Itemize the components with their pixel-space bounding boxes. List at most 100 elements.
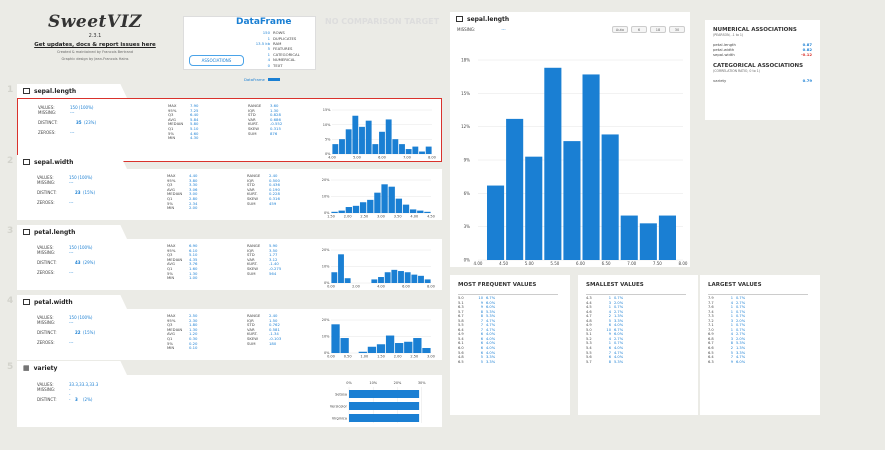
distinct-row: DISTINCT: 3 (2%) (37, 397, 92, 402)
histogram-bar (385, 119, 392, 154)
dataframe-stat-value: 13.5 kb (255, 40, 270, 46)
x-tick-label: 0% (346, 381, 352, 385)
histogram-bar (418, 275, 424, 283)
feature-card-sepal-length[interactable]: VALUES: 150 (100%) MISSING: --- DISTINCT: 35(… (17, 98, 442, 162)
y-tick-label: 20% (322, 248, 330, 252)
feature-number: 2 (7, 156, 14, 166)
detail-missing-value: --- (501, 27, 506, 32)
feature-card-petal-width[interactable]: VALUES: 150 (100%) MISSING: --- DISTINCT: 22(… (17, 309, 442, 360)
stat-label: MIN (167, 345, 175, 351)
stat-value: 2.00 (189, 205, 198, 211)
x-tick-label: 2.00 (344, 215, 352, 219)
missing-row: MISSING: --- (37, 320, 73, 325)
histogram-bar (392, 139, 399, 154)
feature-tab-sepal-length[interactable]: sepal.length (17, 84, 127, 98)
mini-histogram: 15%10%5%0%4.00 5.00 6.00 7.00 8.00 (323, 108, 436, 160)
update-link[interactable]: Get updates, docs & report issues here (30, 42, 160, 48)
histogram-bar (331, 272, 338, 283)
stats-column-2: RANGE 5.90 IQR 3.50 STD 1.77 VAR 3.12 KURT. -1.40… (247, 243, 289, 276)
x-tick-label: 4.00 (377, 285, 385, 289)
histogram-bar (395, 343, 404, 353)
stats-column-1: MAX 6.90 95% 6.10 Q3 5.10 MEDIAN 4.35 AVG 3.76 Q1 1… (167, 243, 209, 281)
detail-missing-label: MISSING: (457, 27, 476, 32)
stat-value: 180 (269, 340, 277, 346)
histogram-bar (344, 278, 351, 283)
association-row: sepal.width -0.12 (713, 52, 812, 57)
smallest-values-list: 4.3 1 0.7% 4.4 3 2.0% 4.5 1 0.7% 4.6 4 2.7% 4.7 2 1.3%… (586, 294, 686, 364)
associations-button[interactable]: ASSOCIATIONS (189, 55, 244, 66)
distinct-label: DISTINCT: (37, 260, 57, 265)
feature-card-variety[interactable]: VALUES: 33.3,33.3,33.3 MISSING: --- DIST… (17, 375, 442, 427)
zeroes-label: ZEROES: (37, 340, 55, 345)
feature-tab-variety[interactable]: ▦ variety (17, 361, 127, 375)
x-tick-label: 2.00 (352, 285, 360, 289)
missing-value: --- (69, 320, 74, 325)
distinct-pct: (29%) (83, 260, 96, 265)
missing-label: MISSING: (37, 387, 56, 392)
feature-tab-petal-width[interactable]: petal.width (17, 295, 127, 309)
association-feature: sepal.width (713, 52, 735, 57)
x-tick-label: 1.00 (360, 355, 368, 359)
x-tick-label: 5.00 (525, 261, 534, 266)
bin-button-6[interactable]: 6 (631, 26, 647, 33)
feature-card-sepal-width[interactable]: VALUES: 150 (100%) MISSING: --- DISTINCT: 23(… (17, 169, 442, 220)
stat-label: MIN (168, 135, 176, 141)
largest-values-list: 7.9 1 0.7% 7.7 4 2.7% 7.6 1 0.7% 7.4 1 0.7% 7.3 1 0.7%… (708, 294, 808, 364)
distinct-pct: (15%) (83, 190, 96, 195)
x-tick-label: 8.00 (427, 285, 435, 289)
feature-name: petal.width (34, 298, 73, 306)
legend-swatch (267, 78, 280, 81)
stat-label: SUM (247, 270, 256, 276)
stat-row: MIN 4.30 (168, 136, 210, 141)
credit-line-1: Created & maintained by Francois Bertran… (56, 50, 134, 54)
mini-histogram: 20%10%0%0.00 2.00 4.00 6.00 8.00 (322, 248, 435, 289)
missing-row: MISSING: --- (37, 250, 73, 255)
histogram-bar (332, 144, 339, 154)
x-tick-label: 5.50 (550, 261, 559, 266)
histogram-icon (23, 229, 30, 235)
most-frequent-card: MOST FREQUENT VALUES 5.0 10 6.7% 5.1 9 6.0% 6.… (450, 275, 570, 415)
histogram-bar (359, 126, 365, 154)
detail-feature-name: sepal.length (467, 15, 510, 23)
missing-label: MISSING: (38, 110, 57, 115)
bin-button-18[interactable]: 18 (650, 26, 666, 33)
stats-column-2: RANGE 2.40 IQR 1.50 STD 0.762 VAR 0.581 KURT. -1.… (247, 313, 289, 347)
missing-label: MISSING: (37, 320, 56, 325)
stat-row: SUM 180 (247, 340, 289, 347)
dataframe-title: DataFrame (236, 17, 292, 27)
largest-values-title: LARGEST VALUES (708, 282, 762, 288)
missing-value: --- (69, 250, 74, 255)
distinct-value: 23 (75, 190, 81, 195)
stat-label: MIN (167, 205, 175, 211)
missing-label: MISSING: (37, 180, 56, 185)
histogram-bar (417, 210, 424, 213)
numerical-assoc-subtitle: (PEARSON, -1 to 1) (713, 33, 744, 37)
x-tick-label: 5.00 (353, 156, 361, 160)
histogram-bar (425, 146, 432, 154)
histogram-bar (398, 271, 404, 283)
stat-row: MIN 1.00 (167, 276, 209, 281)
dataframe-stat-label: ROWS (273, 30, 285, 36)
detail-tab: sepal.length (450, 12, 550, 26)
histogram-bar (339, 139, 345, 154)
stats-column-2: RANGE 3.60 IQR 1.30 STD 0.828 VAR 0.686 KURT. -0.… (248, 103, 290, 136)
value-count: 8 (608, 359, 611, 364)
y-tick-label: 10% (322, 195, 330, 199)
bin-button-auto[interactable]: Auto (612, 26, 628, 33)
dataframe-stat-value: 4 (267, 57, 270, 63)
missing-row: MISSING: --- (38, 110, 74, 115)
x-tick-label: 8.00 (679, 261, 688, 266)
bin-button-30[interactable]: 30 (669, 26, 685, 33)
stats-column-1: MAX 2.50 95% 2.30 Q3 1.80 MEDIAN 1.30 AVG 1.20 Q1 0… (167, 313, 209, 351)
feature-tab-sepal-width[interactable]: sepal.width (17, 155, 127, 169)
histogram-bar (372, 144, 379, 154)
feature-card-petal-length[interactable]: VALUES: 150 (100%) MISSING: --- DISTINCT: 43(… (17, 239, 442, 290)
feature-tab-petal-length[interactable]: petal.length (17, 225, 127, 239)
zeroes-value: --- (70, 130, 75, 135)
histogram-bar (402, 204, 410, 213)
histogram-bar (544, 67, 562, 261)
y-tick-label: 0% (464, 258, 471, 263)
x-tick-label: 6.50 (602, 261, 611, 266)
largest-values-card: LARGEST VALUES 7.9 1 0.7% 7.7 4 2.7% 7.6 1 0.7% 7… (700, 275, 820, 415)
zeroes-row: ZEROES: --- (38, 130, 74, 135)
